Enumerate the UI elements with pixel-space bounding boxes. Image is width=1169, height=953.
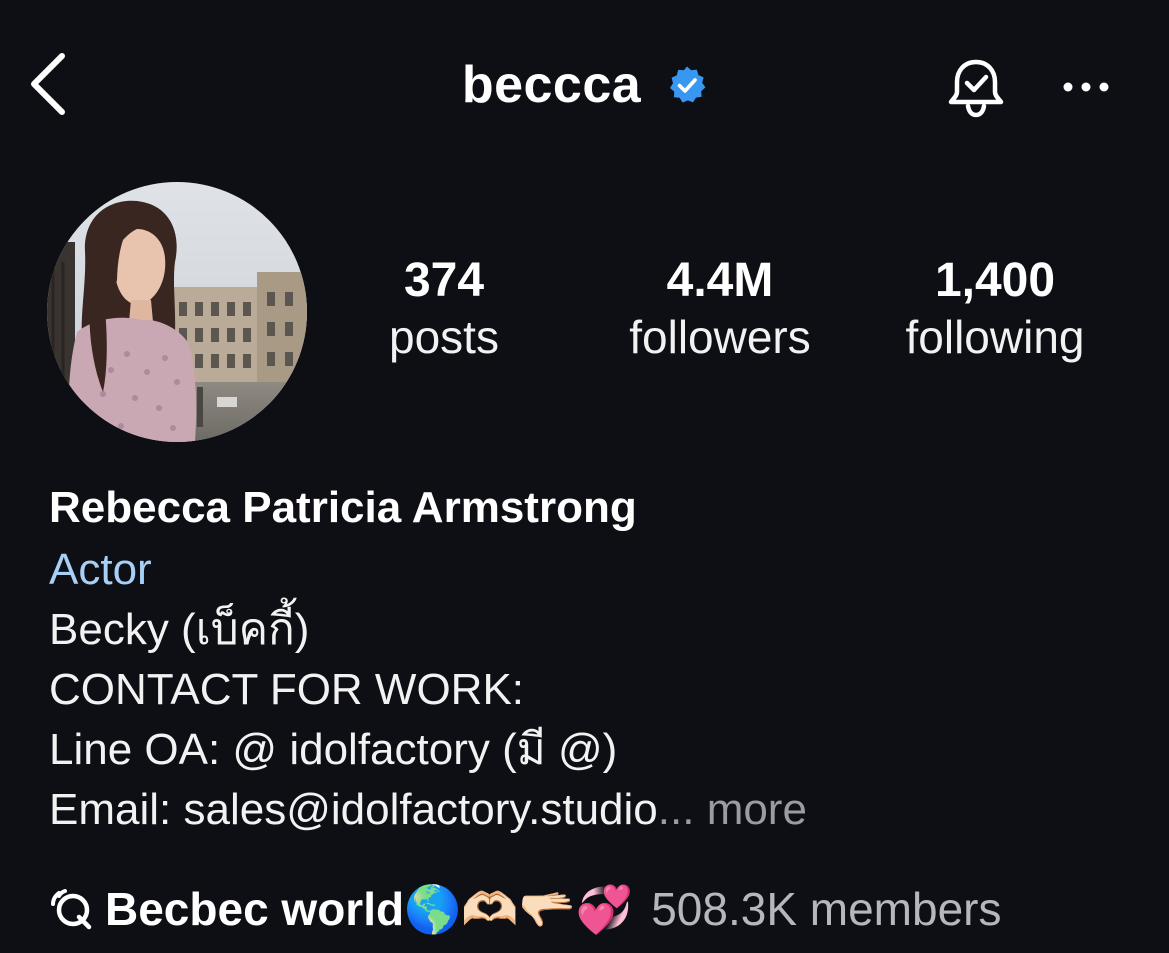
following-label: following [905,311,1085,363]
bio-line: Becky (เบ็คกี้) [49,605,310,654]
bio-line-email: Email: sales@idolfactory.studio [49,785,658,834]
stat-posts[interactable]: 374 posts [370,252,518,364]
verified-badge-icon [667,65,707,105]
bio-more-link[interactable]: more [707,785,807,834]
category-label: Actor [49,545,152,594]
bio-line: Line OA: @ idolfactory (มี @) [49,725,618,774]
followers-label: followers [629,311,811,363]
top-bar: beccca [0,0,1169,170]
stat-following[interactable]: 1,400 following [888,252,1102,364]
following-count: 1,400 [934,254,1056,307]
stat-followers[interactable]: 4.4M followers [608,252,832,364]
full-name: Rebecca Patricia Armstrong [49,483,637,532]
bio-line: CONTACT FOR WORK: [49,665,525,714]
profile-avatar[interactable] [47,182,307,442]
broadcast-channel-icon [49,885,97,933]
posts-label: posts [389,311,499,363]
posts-count: 374 [403,254,485,307]
channel-name: Becbec world🌎🫶🏻🫳🏻💞 [105,882,634,935]
broadcast-channel-link[interactable]: Becbec world🌎🫶🏻🫳🏻💞 508.3K members [49,876,1001,942]
bio-line-last: Email: sales@idolfactory.studio... more [49,780,1129,840]
followers-count: 4.4M [666,254,774,307]
notifications-bell-button[interactable] [938,50,1014,126]
profile-photo [47,182,307,442]
profile-bio: Rebecca Patricia Armstrong Actor Becky (… [49,478,1129,840]
more-options-button[interactable] [1054,58,1118,116]
bio-ellipsis: ... [657,785,695,834]
bell-check-icon [948,59,1004,118]
channel-members-count: 508.3K members [651,883,1002,935]
username-title: beccca [461,56,642,114]
more-horizontal-icon [1063,82,1109,92]
